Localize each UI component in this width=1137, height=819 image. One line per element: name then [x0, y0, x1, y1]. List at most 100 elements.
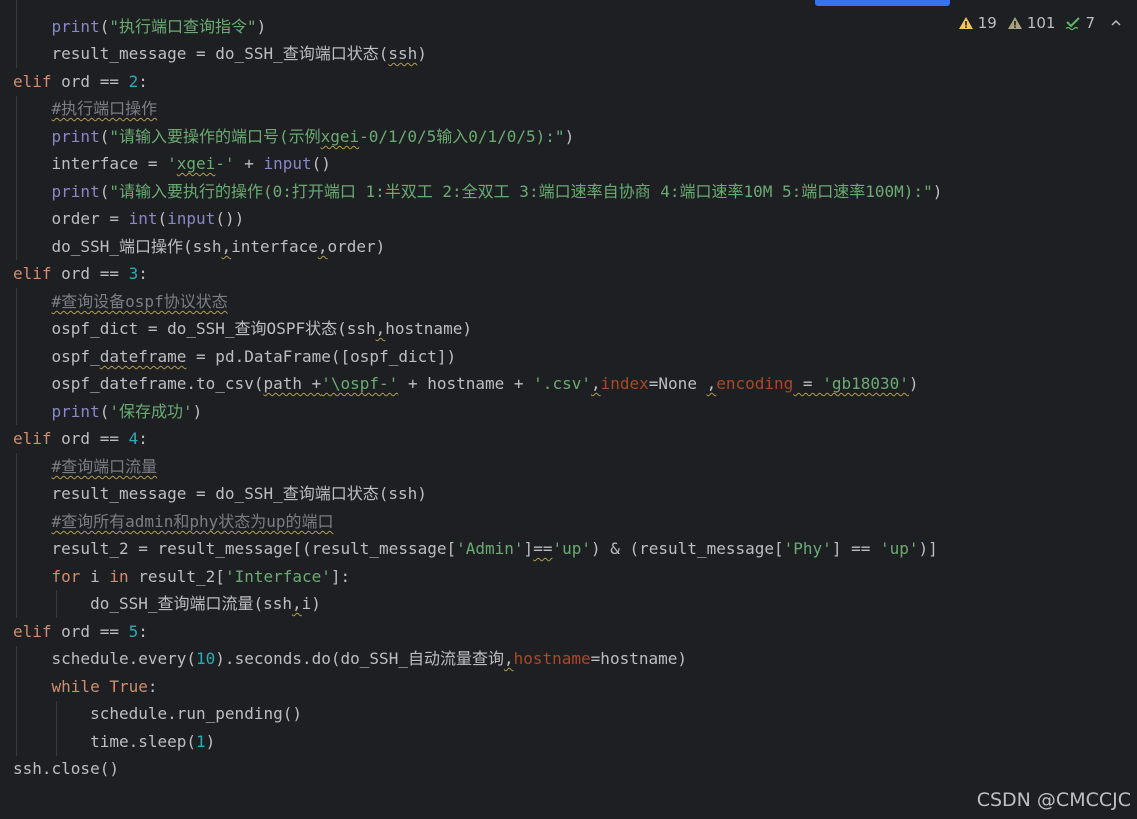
code-token: xgei: [320, 127, 360, 146]
code-line[interactable]: ospf_dateframe = pd.DataFrame([ospf_dict…: [13, 343, 457, 370]
code-token: ospf_: [51, 347, 100, 366]
code-token: "请输入要执行的操作(0:打开端口 1:半双工 2:全双工 3:端口速率自协商 …: [109, 182, 933, 201]
code-token: ): [932, 182, 943, 201]
code-token: :: [138, 264, 148, 283]
code-line[interactable]: result_message = do_SSH_查询端口状态(ssh): [13, 480, 427, 507]
watermark: CSDN @CMCCJC: [976, 789, 1131, 811]
code-line[interactable]: while True:: [13, 673, 158, 700]
code-token: ,: [292, 594, 302, 613]
code-line[interactable]: order = int(input()): [13, 205, 245, 232]
weak-warning-icon: [1007, 17, 1022, 29]
code-token: ).seconds.do(do_SSH_自动流量查询: [215, 649, 504, 668]
code-token: :: [138, 429, 148, 448]
code-token: index: [600, 374, 649, 393]
code-token: :: [138, 622, 148, 641]
code-line[interactable]: print("执行端口查询指令"): [13, 13, 267, 40]
code-token: =None: [648, 374, 707, 393]
code-token: 5: [128, 622, 139, 641]
code-token: ]: [523, 539, 534, 558]
code-line[interactable]: #查询端口流量: [13, 453, 158, 480]
code-editor[interactable]: print("执行端口查询指令") result_message = do_SS…: [0, 0, 1137, 819]
code-token: elif: [13, 622, 52, 641]
code-token: '保存成功': [109, 402, 193, 421]
code-token: ): [908, 374, 919, 393]
code-line[interactable]: ospf_dateframe.to_csv(path +'\ospf-' + h…: [13, 370, 919, 397]
typos-indicator[interactable]: 7: [1065, 14, 1095, 32]
code-token: (: [99, 182, 110, 201]
warnings-indicator[interactable]: 19: [958, 14, 997, 32]
inspection-widget[interactable]: 19 101 7: [958, 12, 1123, 34]
code-token: ): [192, 402, 203, 421]
code-token: result_message = do_SSH_查询端口状态(: [51, 44, 389, 63]
code-token: ): [205, 732, 216, 751]
code-line[interactable]: for i in result_2['Interface']:: [13, 563, 351, 590]
code-token: result_message = do_SSH_查询端口状态(ssh): [51, 484, 427, 503]
code-comment: #执行端口操作: [51, 99, 158, 118]
code-line[interactable]: #查询所有admin和phy状态为up的端口: [13, 508, 334, 535]
code-token: 'Admin': [456, 539, 524, 558]
code-token: = pd.DataFrame([ospf_dict]): [186, 347, 457, 366]
code-line[interactable]: ospf_dict = do_SSH_查询OSPF状态(ssh,hostname…: [13, 315, 472, 342]
code-line[interactable]: interface = 'xgei-' + input(): [13, 150, 331, 177]
code-line[interactable]: result_2 = result_message[(result_messag…: [13, 535, 938, 562]
code-token: 1: [196, 732, 206, 751]
code-token: ssh.close(): [13, 759, 119, 778]
code-token: + hostname +: [398, 374, 534, 393]
code-token: ospf_dict = do_SSH_查询OSPF状态(ssh: [51, 319, 376, 338]
code-token: elif: [13, 429, 52, 448]
code-token: '.csv': [533, 374, 591, 393]
code-line[interactable]: print('保存成功'): [13, 398, 203, 425]
chevron-up-icon[interactable]: [1109, 16, 1123, 30]
code-line[interactable]: ssh.close(): [13, 755, 119, 782]
code-token: 3: [128, 264, 139, 283]
code-token: 10: [196, 649, 216, 668]
code-token: ,: [503, 649, 514, 668]
code-token: hostname): [385, 319, 472, 338]
code-line[interactable]: do_SSH_查询端口流量(ssh,i): [13, 590, 321, 617]
code-line[interactable]: #查询设备ospf协议状态: [13, 288, 228, 315]
code-token: ==: [533, 539, 553, 558]
code-token: ]:: [330, 567, 351, 586]
code-comment: #查询设备ospf协议状态: [51, 292, 228, 311]
code-token: True: [109, 677, 148, 696]
warnings-count: 19: [977, 14, 997, 32]
code-token: ,: [221, 237, 232, 256]
code-line[interactable]: elif ord == 4:: [13, 425, 148, 452]
code-token: :: [138, 72, 148, 91]
scroll-thumb[interactable]: [815, 0, 950, 6]
code-line[interactable]: elif ord == 5:: [13, 618, 148, 645]
code-token: -': [215, 154, 235, 173]
code-token: ': [167, 154, 177, 173]
code-line[interactable]: time.sleep(1): [13, 728, 215, 755]
code-token: ,: [706, 374, 717, 393]
code-line[interactable]: elif ord == 3:: [13, 260, 148, 287]
code-line[interactable]: schedule.run_pending(): [13, 700, 302, 727]
code-token: (): [311, 154, 331, 173]
weak-warnings-indicator[interactable]: 101: [1007, 14, 1055, 32]
code-token: (: [99, 402, 110, 421]
code-line[interactable]: elif ord == 2:: [13, 68, 148, 95]
code-line[interactable]: result_message = do_SSH_查询端口状态(ssh): [13, 40, 427, 67]
code-token: print: [51, 127, 100, 146]
code-token: print: [51, 402, 100, 421]
code-token: print: [51, 17, 100, 36]
code-token: encoding: [716, 374, 794, 393]
code-line[interactable]: do_SSH_端口操作(ssh,interface,order): [13, 233, 386, 260]
code-token: '\ospf-': [321, 374, 399, 393]
code-token: i): [301, 594, 321, 613]
code-comment: #查询端口流量: [51, 457, 158, 476]
code-line[interactable]: #执行端口操作: [13, 95, 158, 122]
code-token: (: [99, 127, 110, 146]
code-line[interactable]: print("请输入要执行的操作(0:打开端口 1:半双工 2:全双工 3:端口…: [13, 178, 943, 205]
code-token: do_SSH_查询端口流量(ssh: [90, 594, 293, 613]
code-token: ospf_dateframe.to_csv(: [51, 374, 264, 393]
code-token: =: [793, 374, 823, 393]
code-token: ord ==: [51, 264, 129, 283]
code-token: ord ==: [51, 622, 129, 641]
code-line[interactable]: schedule.every(10).seconds.do(do_SSH_自动流…: [13, 645, 687, 672]
code-token: 4: [128, 429, 139, 448]
code-token: )]: [918, 539, 938, 558]
code-token: 'up': [552, 539, 591, 558]
code-line[interactable]: print("请输入要操作的端口号(示例xgei-0/1/0/5输入0/1/0/…: [13, 123, 575, 150]
